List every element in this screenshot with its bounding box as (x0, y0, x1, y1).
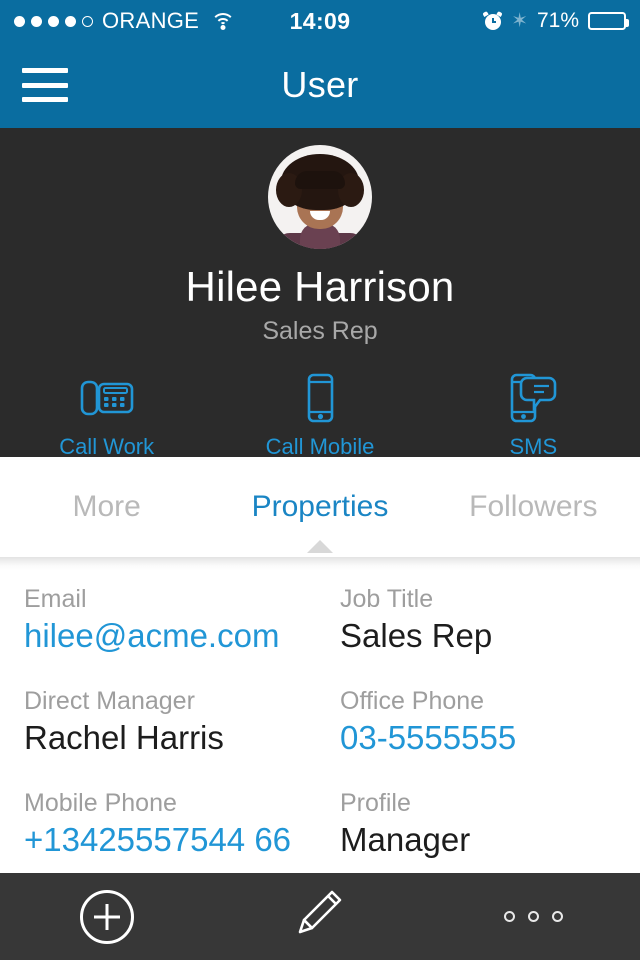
property-label: Mobile Phone (24, 789, 177, 817)
property-value: Rachel Harris (24, 719, 224, 756)
tab-properties[interactable]: Properties (213, 490, 426, 553)
plus-circle-icon (79, 889, 134, 944)
signal-strength-icon (14, 15, 93, 27)
property-label: Email (24, 585, 87, 613)
page-title: User (281, 64, 359, 105)
property-label: Office Phone (340, 687, 485, 715)
hamburger-menu-icon[interactable] (22, 68, 68, 102)
property-mobile-phone: Mobile Phone +13425557544 66 (24, 789, 320, 859)
status-bar: ORANGE 14:09 ✶ 71% (0, 0, 640, 42)
property-profile: Profile Manager (320, 789, 616, 859)
property-label: Job Title (340, 585, 434, 613)
property-label: Direct Manager (24, 687, 195, 715)
desk-phone-icon (0, 372, 213, 424)
property-email: Email hilee@acme.com (24, 585, 320, 655)
edit-button[interactable] (213, 873, 426, 960)
tab-followers[interactable]: Followers (427, 490, 640, 524)
status-bar-left: ORANGE (14, 8, 483, 34)
property-value: Sales Rep (340, 617, 493, 654)
property-row: Direct Manager Rachel Harris Office Phon… (24, 687, 616, 757)
property-office-phone: Office Phone 03-5555555 (320, 687, 616, 757)
profile-header: Hilee Harrison Sales Rep Call Work Call … (0, 128, 640, 460)
action-call-work[interactable]: Call Work (0, 372, 213, 460)
property-job-title: Job Title Sales Rep (320, 585, 616, 655)
tab-label: Followers (469, 490, 598, 523)
battery-percent-label: 71% (536, 9, 579, 32)
three-dots-more-icon (503, 911, 563, 922)
sms-chat-icon (427, 372, 640, 424)
navigation-bar: User (0, 42, 640, 128)
status-bar-right: ✶ 71% (482, 9, 629, 33)
property-value[interactable]: hilee@acme.com (24, 617, 306, 655)
bluetooth-icon: ✶ (511, 10, 528, 32)
more-options-button[interactable] (427, 873, 640, 960)
mobile-phone-icon (213, 372, 426, 424)
property-row: Mobile Phone +13425557544 66 Profile Man… (24, 789, 616, 859)
tab-bar-divider (0, 557, 640, 571)
property-value[interactable]: 03-5555555 (340, 719, 602, 757)
tab-label: Properties (251, 490, 389, 523)
pencil-edit-icon (294, 886, 346, 947)
bottom-toolbar (0, 873, 640, 960)
active-tab-caret-icon (306, 540, 333, 553)
property-direct-manager: Direct Manager Rachel Harris (24, 687, 320, 757)
carrier-name: ORANGE (102, 8, 200, 33)
add-button[interactable] (0, 873, 213, 960)
tab-label: More (72, 490, 141, 523)
property-row: Email hilee@acme.com Job Title Sales Rep (24, 585, 616, 655)
wifi-icon (211, 12, 236, 30)
tab-bar: More Properties Followers (0, 457, 640, 557)
alarm-clock-icon (482, 10, 503, 31)
action-sms[interactable]: SMS (427, 372, 640, 460)
action-call-mobile[interactable]: Call Mobile (213, 372, 426, 460)
profile-subtitle: Sales Rep (262, 317, 378, 345)
app-root: ORANGE 14:09 ✶ 71% User Hilee Harrison S… (0, 0, 640, 960)
avatar[interactable] (268, 145, 372, 249)
profile-actions: Call Work Call Mobile SMS (0, 372, 640, 460)
tab-more[interactable]: More (0, 490, 213, 524)
profile-name: Hilee Harrison (185, 263, 455, 310)
property-label: Profile (340, 789, 411, 817)
property-value[interactable]: +13425557544 66 (24, 821, 306, 859)
property-value: Manager (340, 821, 471, 858)
battery-icon (588, 12, 629, 30)
